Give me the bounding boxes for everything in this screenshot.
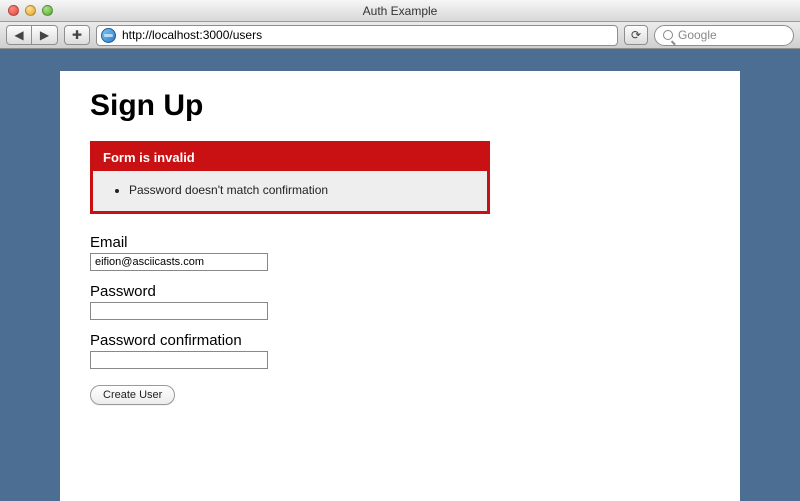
window-controls — [0, 5, 53, 16]
plus-icon: ✚ — [72, 28, 82, 42]
window-title: Auth Example — [0, 4, 800, 18]
back-icon: ◀ — [14, 28, 23, 42]
browser-toolbar: ◀ ▶ ✚ ⟳ Google — [0, 22, 800, 49]
page-heading: Sign Up — [90, 89, 710, 123]
browser-viewport: Sign Up Form is invalid Password doesn't… — [0, 49, 800, 501]
address-bar[interactable] — [96, 25, 618, 46]
label-password: Password — [90, 283, 710, 300]
url-input[interactable] — [120, 27, 613, 43]
site-favicon-icon — [101, 28, 116, 43]
forward-icon: ▶ — [40, 28, 49, 42]
search-icon — [663, 30, 673, 40]
error-list-item: Password doesn't match confirmation — [129, 183, 479, 197]
field-password: Password — [90, 283, 710, 320]
label-email: Email — [90, 234, 710, 251]
reload-icon: ⟳ — [631, 28, 641, 42]
page-content: Sign Up Form is invalid Password doesn't… — [60, 71, 740, 501]
minimize-window-button[interactable] — [25, 5, 36, 16]
close-window-button[interactable] — [8, 5, 19, 16]
create-user-button[interactable]: Create User — [90, 385, 175, 405]
field-email: Email — [90, 234, 710, 271]
window-titlebar: Auth Example — [0, 0, 800, 22]
input-email[interactable] — [90, 253, 268, 271]
search-box[interactable]: Google — [654, 25, 794, 46]
zoom-window-button[interactable] — [42, 5, 53, 16]
error-flash: Form is invalid Password doesn't match c… — [90, 141, 490, 214]
input-password-confirmation[interactable] — [90, 351, 268, 369]
nav-button-group: ◀ ▶ — [6, 25, 58, 45]
error-flash-body: Password doesn't match confirmation — [93, 171, 487, 211]
label-password-confirmation: Password confirmation — [90, 332, 710, 349]
reload-button[interactable]: ⟳ — [624, 25, 648, 45]
field-password-confirmation: Password confirmation — [90, 332, 710, 369]
input-password[interactable] — [90, 302, 268, 320]
search-placeholder: Google — [678, 28, 717, 42]
error-list: Password doesn't match confirmation — [101, 183, 479, 197]
submit-label: Create User — [103, 389, 162, 401]
back-button[interactable]: ◀ — [6, 25, 32, 45]
forward-button[interactable]: ▶ — [32, 25, 58, 45]
add-bookmark-button[interactable]: ✚ — [64, 25, 90, 45]
error-flash-title: Form is invalid — [93, 144, 487, 171]
